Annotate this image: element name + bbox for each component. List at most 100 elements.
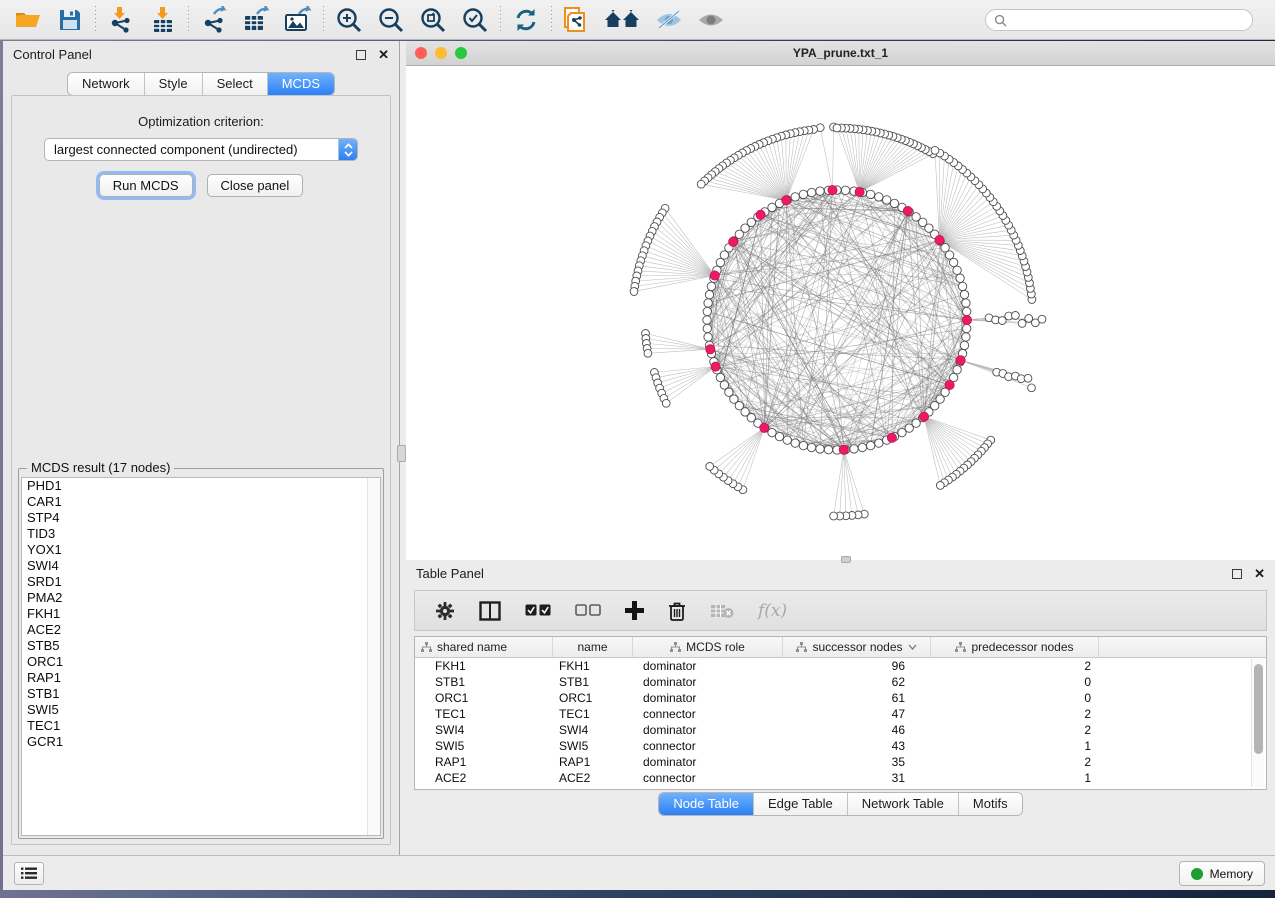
result-item[interactable]: ORC1 (22, 654, 380, 670)
mcds-hub-node[interactable] (828, 186, 837, 195)
network-node[interactable] (1024, 374, 1032, 382)
mcds-hub-node[interactable] (855, 187, 864, 196)
criterion-select[interactable]: largest connected component (undirected) (44, 138, 358, 161)
mcds-hub-node[interactable] (903, 206, 912, 215)
table-row[interactable]: ACE2ACE2connector311 (415, 770, 1266, 786)
network-node[interactable] (768, 428, 776, 436)
network-node[interactable] (662, 399, 670, 407)
result-item[interactable]: ACE2 (22, 622, 380, 638)
result-scrollbar[interactable] (367, 478, 380, 835)
network-node[interactable] (956, 274, 964, 282)
tab-mcds[interactable]: MCDS (268, 73, 334, 95)
hide-selected-button[interactable] (651, 4, 687, 36)
network-node[interactable] (703, 316, 711, 324)
mcds-hub-node[interactable] (919, 412, 928, 421)
show-columns-button[interactable] (479, 601, 501, 621)
result-item[interactable]: TID3 (22, 526, 380, 542)
result-item[interactable]: STB5 (22, 638, 380, 654)
table-scrollbar[interactable] (1251, 659, 1264, 787)
table-row[interactable]: FKH1FKH1dominator962 (415, 658, 1266, 674)
table-settings-button[interactable] (435, 601, 455, 621)
network-node[interactable] (936, 482, 944, 490)
mcds-hub-node[interactable] (706, 345, 715, 354)
network-node[interactable] (883, 196, 891, 204)
network-node[interactable] (875, 193, 883, 201)
column-header-mcds_role[interactable]: MCDS role (633, 637, 783, 657)
network-canvas[interactable] (406, 66, 1275, 560)
result-item[interactable]: SWI5 (22, 702, 380, 718)
network-node[interactable] (783, 436, 791, 444)
network-node[interactable] (807, 443, 815, 451)
network-node[interactable] (704, 299, 712, 307)
import-table-button[interactable] (145, 4, 181, 36)
network-node[interactable] (775, 432, 783, 440)
column-header-predecessor_nodes[interactable]: predecessor nodes (931, 637, 1099, 657)
mcds-hub-node[interactable] (710, 271, 719, 280)
network-node[interactable] (791, 439, 799, 447)
mcds-hub-node[interactable] (945, 380, 954, 389)
float-table-panel-icon[interactable] (1232, 569, 1242, 579)
network-node[interactable] (858, 443, 866, 451)
function-builder-button[interactable]: f(x) (758, 601, 787, 621)
network-node[interactable] (703, 307, 711, 315)
network-node[interactable] (707, 282, 715, 290)
column-header-shared_name[interactable]: shared name (415, 637, 553, 657)
table-row[interactable]: YOX1YOX1connector291 (415, 786, 1266, 790)
mcds-result-list[interactable]: PHD1CAR1STP4TID3YOX1SWI4SRD1PMA2FKH1ACE2… (21, 477, 381, 836)
network-node[interactable] (875, 439, 883, 447)
tab-node-table[interactable]: Node Table (659, 793, 754, 815)
network-node[interactable] (963, 307, 971, 315)
mcds-hub-node[interactable] (760, 423, 769, 432)
network-node[interactable] (963, 324, 971, 332)
close-table-panel-icon[interactable]: ✕ (1254, 567, 1265, 580)
result-item[interactable]: FKH1 (22, 606, 380, 622)
memory-button[interactable]: Memory (1179, 861, 1265, 886)
network-node[interactable] (1038, 315, 1046, 323)
search-field[interactable] (985, 9, 1253, 31)
network-node[interactable] (644, 349, 652, 357)
network-node[interactable] (705, 290, 713, 298)
import-network-button[interactable] (103, 4, 139, 36)
export-image-button[interactable] (280, 4, 316, 36)
network-node[interactable] (807, 188, 815, 196)
export-table-button[interactable] (238, 4, 274, 36)
network-graph[interactable] (406, 66, 1275, 560)
table-row[interactable]: STB1STB1dominator620 (415, 674, 1266, 690)
splitter-grip[interactable] (397, 445, 406, 462)
mcds-hub-node[interactable] (839, 445, 848, 454)
export-network-button[interactable] (196, 4, 232, 36)
table-row[interactable]: SWI4SWI4dominator462 (415, 722, 1266, 738)
column-header-name[interactable]: name (553, 637, 633, 657)
mcds-hub-node[interactable] (729, 237, 738, 246)
network-node[interactable] (706, 463, 714, 471)
tab-motifs[interactable]: Motifs (959, 793, 1022, 815)
network-node[interactable] (720, 251, 728, 259)
delete-column-button[interactable] (668, 601, 686, 621)
network-node[interactable] (704, 333, 712, 341)
network-node[interactable] (960, 341, 968, 349)
network-node[interactable] (791, 193, 799, 201)
network-node[interactable] (962, 333, 970, 341)
network-node[interactable] (960, 290, 968, 298)
network-node[interactable] (830, 512, 838, 520)
zoom-selected-button[interactable] (457, 4, 493, 36)
show-all-button[interactable] (693, 4, 729, 36)
network-node[interactable] (890, 199, 898, 207)
network-node[interactable] (866, 190, 874, 198)
tab-select[interactable]: Select (203, 73, 268, 95)
table-row[interactable]: ORC1ORC1dominator610 (415, 690, 1266, 706)
network-node[interactable] (931, 146, 939, 154)
result-item[interactable]: RAP1 (22, 670, 380, 686)
network-node[interactable] (816, 445, 824, 453)
tab-edge-table[interactable]: Edge Table (754, 793, 848, 815)
result-item[interactable]: CAR1 (22, 494, 380, 510)
network-node[interactable] (1012, 312, 1020, 320)
table-row[interactable]: RAP1RAP1dominator352 (415, 754, 1266, 770)
mcds-hub-node[interactable] (956, 356, 965, 365)
result-item[interactable]: STP4 (22, 510, 380, 526)
result-item[interactable]: SRD1 (22, 574, 380, 590)
deselect-all-button[interactable] (575, 604, 601, 617)
result-item[interactable]: SWI4 (22, 558, 380, 574)
run-mcds-button[interactable]: Run MCDS (99, 174, 193, 197)
float-panel-icon[interactable] (356, 50, 366, 60)
